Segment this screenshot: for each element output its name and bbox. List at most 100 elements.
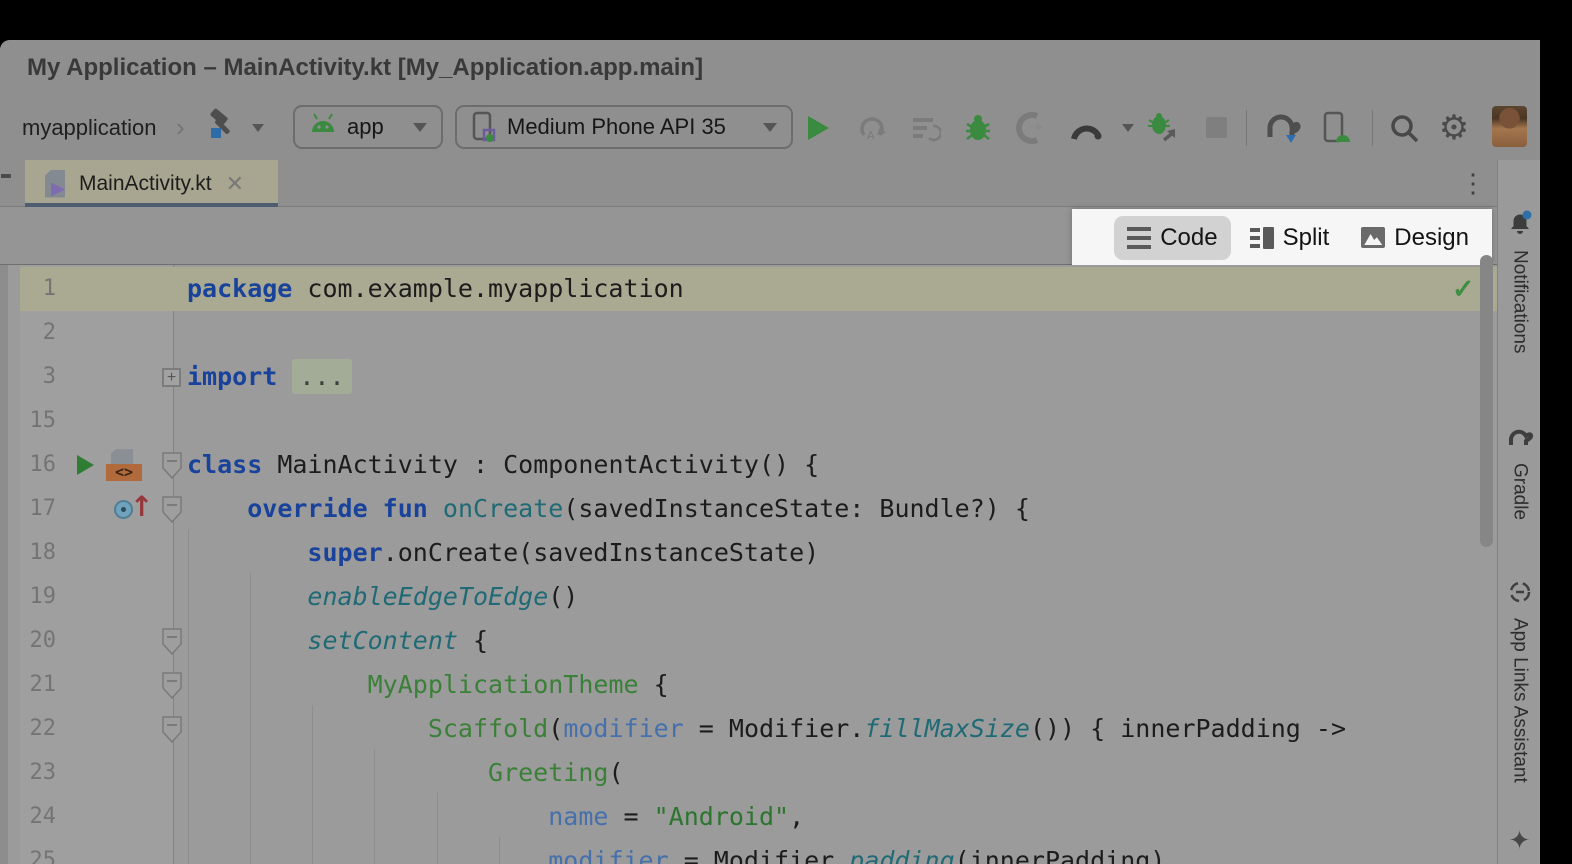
- code-line-18[interactable]: 18 super.onCreate(savedInstanceState): [0, 531, 1497, 575]
- view-mode-design[interactable]: Design: [1348, 216, 1482, 260]
- view-mode-label: Split: [1283, 224, 1330, 252]
- tool-stripe-gradle[interactable]: Gradle: [1498, 425, 1540, 520]
- tab-close-icon[interactable]: ✕: [226, 171, 244, 197]
- module-selector[interactable]: app: [293, 105, 443, 149]
- main-toolbar: › myapplication ›: [0, 95, 1540, 160]
- code-line-24[interactable]: 24 name = "Android",: [0, 795, 1497, 839]
- design-icon: [1361, 227, 1385, 248]
- code-line-16[interactable]: 16<>class MainActivity : ComponentActivi…: [0, 443, 1497, 487]
- folded-imports-chip[interactable]: ...: [292, 359, 351, 394]
- tab-label: MainActivity.kt: [79, 172, 212, 196]
- view-mode-split[interactable]: Split: [1237, 216, 1343, 260]
- tab-mainactivity[interactable]: MainActivity.kt ✕: [25, 160, 278, 207]
- code-text: Scaffold(modifier = Modifier.fillMaxSize…: [187, 707, 1346, 751]
- line-number: 25: [20, 839, 56, 864]
- attach-debugger-button[interactable]: [1142, 95, 1182, 160]
- code-line-22[interactable]: 22 Scaffold(modifier = Modifier.fillMaxS…: [0, 707, 1497, 751]
- title-bar: My Application – MainActivity.kt [My_App…: [0, 40, 1540, 95]
- line-number: 24: [20, 795, 56, 839]
- inspection-ok-check-icon[interactable]: ✓: [1452, 267, 1475, 311]
- settings-button[interactable]: ⚙: [1434, 95, 1474, 160]
- fold-collapse-icon[interactable]: [162, 663, 182, 707]
- code-text: package com.example.myapplication: [187, 267, 684, 311]
- code-text: MyApplicationTheme {: [187, 663, 669, 707]
- toolbar-separator: [1372, 110, 1373, 146]
- device-selector[interactable]: Medium Phone API 35: [455, 105, 793, 149]
- fold-collapse-icon[interactable]: [162, 443, 182, 487]
- code-line-1[interactable]: 1 package com.example.myapplication ✓: [0, 267, 1497, 311]
- breadcrumb[interactable]: myapplication: [22, 95, 157, 160]
- code-line-15[interactable]: 15: [0, 399, 1497, 443]
- fold-collapse-icon[interactable]: [162, 707, 182, 751]
- code-line-25[interactable]: 25 modifier = Modifier.padding(innerPadd…: [0, 839, 1497, 864]
- gradle-elephant-icon: [1506, 425, 1534, 454]
- kotlin-file-icon: [45, 170, 69, 198]
- code-text: class MainActivity : ComponentActivity()…: [187, 443, 819, 487]
- tool-stripe-label: App Links Assistant: [1509, 618, 1531, 783]
- indent-guide: [250, 573, 251, 864]
- run-button[interactable]: [798, 95, 838, 160]
- stop-button[interactable]: [1196, 95, 1236, 160]
- split-icon: [1250, 227, 1274, 249]
- code-editor[interactable]: 1 package com.example.myapplication ✓ 23 +im…: [0, 265, 1497, 864]
- code-line-2[interactable]: 2: [0, 311, 1497, 355]
- code-line-21[interactable]: 21 MyApplicationTheme {: [0, 663, 1497, 707]
- line-number: 15: [20, 399, 56, 443]
- view-mode-label: Design: [1394, 224, 1469, 252]
- fold-collapse-icon[interactable]: [162, 487, 182, 531]
- tool-stripe-notifications[interactable]: Notifications: [1498, 210, 1540, 354]
- right-tool-stripe: Notifications Gradle App Links Assistant ✦: [1497, 160, 1540, 864]
- profile-button[interactable]: [1010, 95, 1050, 160]
- user-avatar[interactable]: [1492, 106, 1527, 147]
- kotlin-class-icon: <>: [106, 443, 142, 487]
- tool-stripe-app-links-assistant[interactable]: App Links Assistant: [1498, 580, 1540, 783]
- indent-guide: [188, 529, 189, 864]
- code-line-3[interactable]: 3 +import ...: [0, 355, 1497, 399]
- code-line-17[interactable]: 17↑ override fun onCreate(savedInstanceS…: [0, 487, 1497, 531]
- gemini-sparkle-icon[interactable]: ✦: [1498, 826, 1540, 856]
- view-mode-code[interactable]: Code: [1114, 216, 1230, 260]
- indent-guide: [499, 837, 500, 864]
- line-number: 2: [20, 311, 56, 355]
- left-stripe-dash-icon: [1, 174, 11, 178]
- overriding-method-icon[interactable]: ↑: [112, 487, 148, 531]
- code-text: modifier = Modifier.padding(innerPadding…: [187, 839, 1165, 864]
- device-manager-button[interactable]: [1316, 95, 1356, 160]
- code-icon: [1127, 227, 1151, 249]
- bell-icon: [1507, 210, 1533, 241]
- indent-guide: [374, 749, 375, 864]
- code-line-23[interactable]: 23 Greeting(: [0, 751, 1497, 795]
- editor-scrollbar[interactable]: [1480, 255, 1493, 547]
- profiler-low-overhead-button[interactable]: [1066, 95, 1106, 160]
- android-studio-window: My Application – MainActivity.kt [My_App…: [0, 0, 1572, 864]
- code-text: name = "Android",: [187, 795, 804, 839]
- debug-button[interactable]: [958, 95, 998, 160]
- line-number: 22: [20, 707, 56, 751]
- code-rows: 1 package com.example.myapplication ✓ 23 +im…: [0, 267, 1497, 864]
- apply-code-changes-button[interactable]: [906, 95, 946, 160]
- line-number: 17: [20, 487, 56, 531]
- sync-gradle-button[interactable]: [1258, 95, 1306, 160]
- search-everywhere-button[interactable]: [1384, 95, 1424, 160]
- run-line-icon[interactable]: [75, 443, 95, 487]
- line-number: 3: [20, 355, 56, 399]
- indent-guide: [312, 705, 313, 864]
- code-text: import ...: [187, 355, 352, 399]
- build-dropdown-caret-icon[interactable]: [252, 95, 264, 160]
- svg-text:A: A: [867, 129, 875, 142]
- code-line-19[interactable]: 19 enableEdgeToEdge(): [0, 575, 1497, 619]
- line-number: 1: [20, 267, 56, 311]
- window-title: My Application – MainActivity.kt [My_App…: [27, 40, 703, 95]
- fold-expand-icon[interactable]: +: [162, 355, 181, 399]
- apply-changes-restart-activity-button[interactable]: A: [852, 95, 892, 160]
- code-text: Greeting(: [187, 751, 624, 795]
- build-button[interactable]: [203, 95, 241, 160]
- fold-collapse-icon[interactable]: [162, 619, 182, 663]
- code-text: setContent {: [187, 619, 488, 663]
- android-icon: [309, 112, 337, 142]
- module-selector-label: app: [347, 114, 384, 140]
- code-line-20[interactable]: 20 setContent {: [0, 619, 1497, 663]
- view-mode-label: Code: [1160, 224, 1217, 252]
- tab-options-menu-icon[interactable]: ⋮: [1455, 160, 1491, 207]
- line-number: 21: [20, 663, 56, 707]
